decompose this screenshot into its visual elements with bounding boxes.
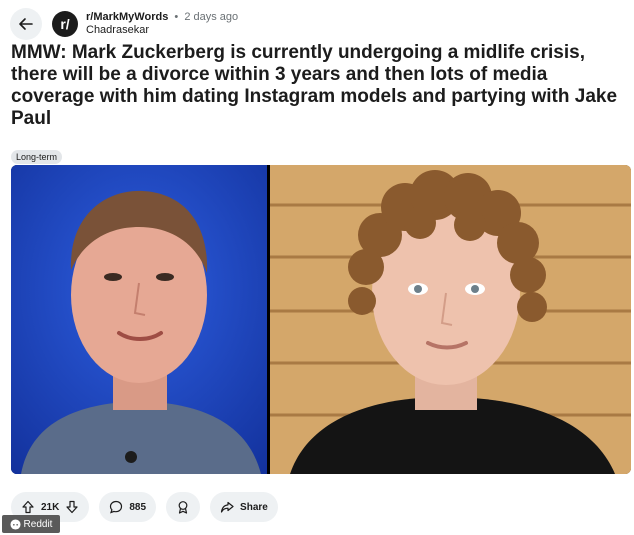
award-icon — [178, 501, 188, 514]
meta-separator: • — [174, 11, 179, 23]
comment-count: 885 — [129, 501, 147, 513]
portrait-left-illustration — [11, 165, 267, 474]
post-time: 2 days ago — [184, 11, 239, 23]
share-icon — [220, 501, 234, 513]
portrait-right-illustration — [270, 165, 631, 474]
post-meta: r/MarkMyWords • 2 days ago Chadrasekar — [86, 11, 238, 37]
back-button[interactable] — [10, 8, 42, 40]
reddit-watermark: Reddit — [2, 515, 60, 533]
photo-right — [270, 165, 631, 474]
post-title: MMW: Mark Zuckerberg is currently underg… — [11, 42, 618, 129]
back-arrow-icon — [19, 18, 33, 30]
award-button[interactable] — [166, 492, 201, 522]
downvote-icon[interactable] — [65, 500, 79, 514]
subreddit-avatar[interactable]: r/ — [52, 11, 78, 37]
comments-button[interactable]: 885 — [99, 492, 157, 522]
post-flair[interactable]: Long-term — [11, 150, 63, 164]
subreddit-name[interactable]: r/MarkMyWords — [86, 11, 168, 23]
share-label: Share — [240, 501, 268, 513]
comment-icon — [110, 500, 123, 514]
post-image[interactable] — [11, 165, 631, 474]
watermark-label: Reddit — [23, 518, 53, 530]
photo-left — [11, 165, 267, 474]
share-button[interactable]: Share — [210, 492, 278, 522]
vote-count: 21K — [41, 501, 60, 513]
upvote-icon[interactable] — [21, 500, 35, 514]
post-header: r/ r/MarkMyWords • 2 days ago Chadraseka… — [10, 6, 238, 42]
reddit-logo-icon — [10, 518, 21, 530]
post-author[interactable]: Chadrasekar — [86, 24, 238, 37]
